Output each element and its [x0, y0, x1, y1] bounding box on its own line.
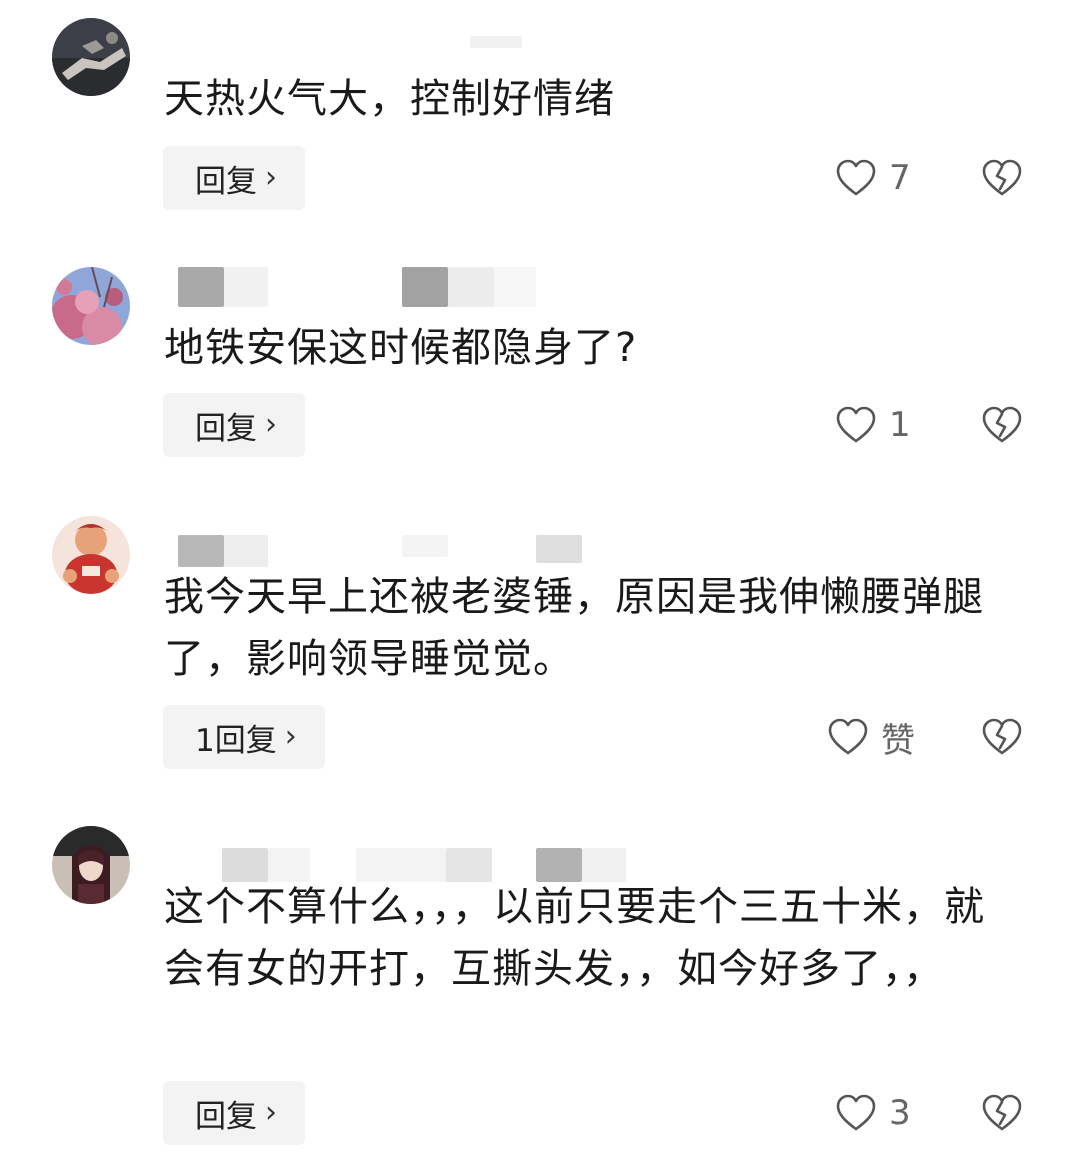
like-button[interactable]: 7 [835, 146, 915, 210]
dislike-button[interactable] [979, 1081, 1025, 1145]
dislike-button[interactable] [979, 146, 1025, 210]
heart-outline-icon [836, 406, 876, 443]
chevron-right-icon: › [265, 159, 277, 195]
like-button[interactable]: 3 [835, 1081, 915, 1145]
like-count: 1 [889, 405, 911, 445]
like-count: 赞 [881, 720, 915, 761]
chevron-right-icon: › [284, 718, 297, 754]
heart-outline-icon [836, 1094, 876, 1131]
like-button[interactable]: 赞 [827, 705, 915, 769]
reply-label: 回复 [195, 1098, 257, 1135]
like-count: 7 [889, 158, 911, 198]
chevron-right-icon: › [265, 1094, 277, 1130]
reply-button[interactable]: 回复 › [163, 393, 305, 457]
chevron-right-icon: › [265, 406, 277, 442]
heart-outline-icon [828, 718, 868, 755]
avatar[interactable] [52, 826, 130, 904]
comment-text: 地铁安保这时候都隐身了? [164, 325, 638, 371]
comment-text: 我今天早上还被老婆锤，原因是我伸懒腰弹腿了，影响领导睡觉觉。 [164, 574, 984, 682]
reply-label: 回复 [195, 410, 257, 447]
broken-heart-icon [982, 718, 1022, 755]
username-redacted [178, 267, 628, 307]
like-button[interactable]: 1 [835, 393, 915, 457]
avatar[interactable] [52, 18, 130, 96]
avatar-dark-photo [52, 18, 130, 96]
broken-heart-icon [982, 406, 1022, 443]
avatar-pink-flowers [52, 267, 130, 345]
avatar-cartoon-player [52, 516, 130, 594]
reply-button[interactable]: 回复 › [163, 1081, 305, 1145]
dislike-button[interactable] [979, 393, 1025, 457]
dislike-button[interactable] [979, 705, 1025, 769]
reply-label: 回复 [195, 163, 257, 200]
username-redacted [470, 36, 530, 52]
avatar[interactable] [52, 267, 130, 345]
reply-button[interactable]: 回复 › [163, 146, 305, 210]
broken-heart-icon [982, 1094, 1022, 1131]
reply-label: 1回复 [195, 722, 277, 759]
comment-item: 这个不算什么，，，以前只要走个三五十米，就会有女的开打，互撕头发，，如今好多了，… [0, 810, 1071, 1173]
heart-outline-icon [836, 159, 876, 196]
broken-heart-icon [982, 159, 1022, 196]
reply-button[interactable]: 1回复 › [163, 705, 325, 769]
comment-item: 天热火气大，控制好情绪 回复 › 7 [0, 0, 1071, 250]
comment-item: 地铁安保这时候都隐身了? 回复 › 1 [0, 250, 1071, 500]
comment-text: 这个不算什么，，，以前只要走个三五十米，就会有女的开打，互撕头发，，如今好多了，… [164, 884, 985, 992]
avatar-anime-girl [52, 826, 130, 904]
comment-item: 我今天早上还被老婆锤，原因是我伸懒腰弹腿了，影响领导睡觉觉。 1回复 › 赞 [0, 500, 1071, 810]
like-count: 3 [889, 1093, 911, 1133]
comment-text: 天热火气大，控制好情绪 [164, 76, 615, 122]
avatar[interactable] [52, 516, 130, 594]
